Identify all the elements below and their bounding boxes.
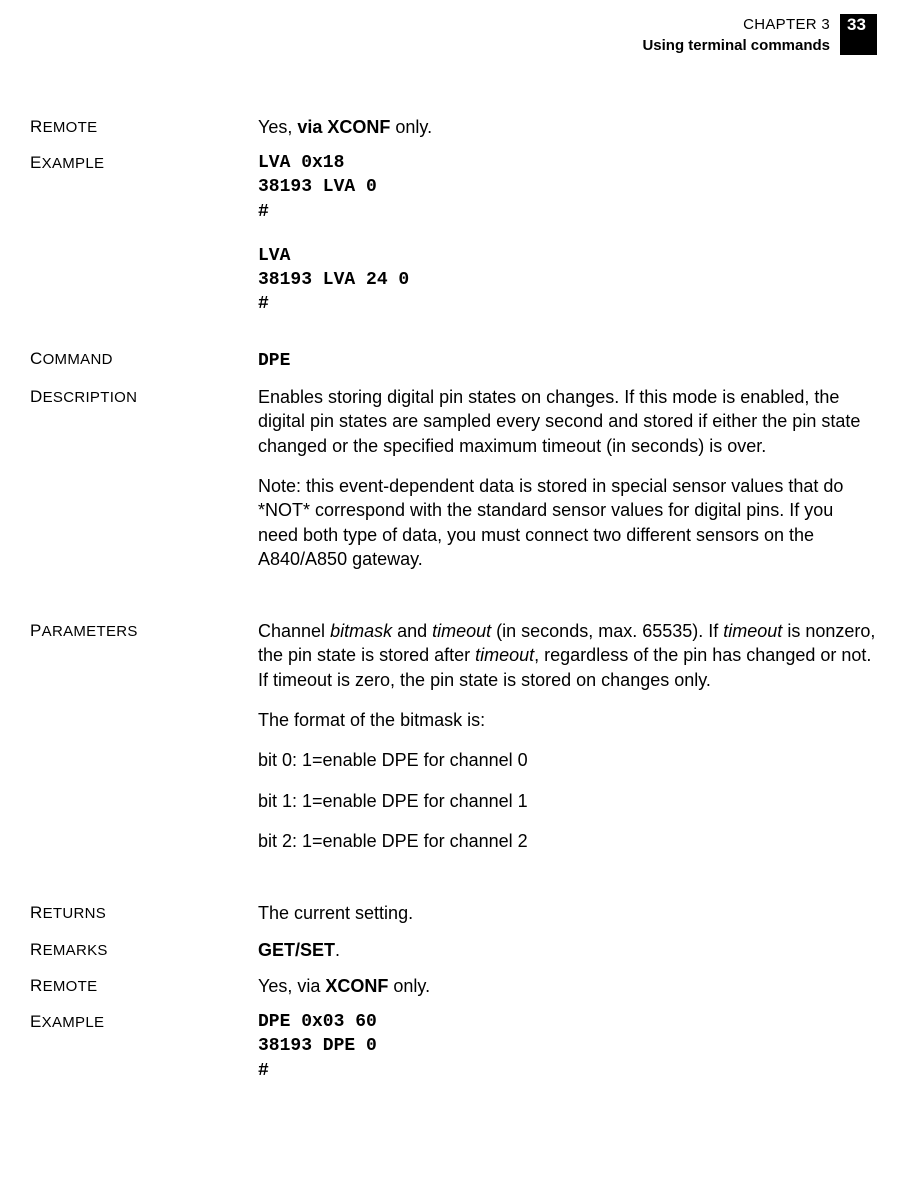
label-description: DESCRIPTION [30, 385, 258, 407]
label-command: COMMAND [30, 347, 258, 369]
parameters-p2: The format of the bitmask is: [258, 708, 877, 732]
label-remote: REMOTE [30, 974, 258, 996]
label-remarks: REMARKS [30, 938, 258, 960]
description-p2: Note: this event-dependent data is store… [258, 474, 877, 571]
row-example: EXAMPLE DPE 0x03 60 38193 DPE 0 # [30, 1010, 877, 1083]
row-remote: REMOTE Yes, via XCONF only. [30, 115, 877, 139]
content-remote: Yes, via XCONF only. [258, 115, 877, 139]
chapter-label: CHAPTER 3 [642, 16, 830, 33]
label-remote: REMOTE [30, 115, 258, 137]
code-block: LVA 0x18 38193 LVA 0 # [258, 151, 877, 224]
content-command: DPE [258, 347, 877, 373]
parameters-p3: bit 0: 1=enable DPE for channel 0 [258, 748, 877, 772]
row-example: EXAMPLE LVA 0x18 38193 LVA 0 # LVA 38193… [30, 151, 877, 317]
code-block: LVA 38193 LVA 24 0 # [258, 244, 877, 317]
parameters-p4: bit 1: 1=enable DPE for channel 1 [258, 789, 877, 813]
content-remote: Yes, via XCONF only. [258, 974, 877, 998]
section-title: Using terminal commands [642, 37, 830, 54]
command-code: DPE [258, 351, 290, 371]
row-command: COMMAND DPE [30, 347, 877, 373]
parameters-p5: bit 2: 1=enable DPE for channel 2 [258, 829, 877, 853]
row-returns: RETURNS The current setting. [30, 901, 877, 925]
parameters-p1: Channel bitmask and timeout (in seconds,… [258, 619, 877, 692]
label-example: EXAMPLE [30, 1010, 258, 1032]
label-returns: RETURNS [30, 901, 258, 923]
row-parameters: PARAMETERS Channel bitmask and timeout (… [30, 619, 877, 853]
header-text: CHAPTER 3 Using terminal commands [642, 14, 840, 54]
description-p1: Enables storing digital pin states on ch… [258, 385, 877, 458]
code-block: DPE 0x03 60 38193 DPE 0 # [258, 1010, 877, 1083]
content-example: DPE 0x03 60 38193 DPE 0 # [258, 1010, 877, 1083]
content-description: Enables storing digital pin states on ch… [258, 385, 877, 571]
row-description: DESCRIPTION Enables storing digital pin … [30, 385, 877, 571]
row-remarks: REMARKS GET/SET. [30, 938, 877, 962]
content-parameters: Channel bitmask and timeout (in seconds,… [258, 619, 877, 853]
row-remote: REMOTE Yes, via XCONF only. [30, 974, 877, 998]
content-rows: REMOTE Yes, via XCONF only. EXAMPLE LVA … [30, 115, 877, 1083]
content-remarks: GET/SET. [258, 938, 877, 962]
label-example: EXAMPLE [30, 151, 258, 173]
content-returns: The current setting. [258, 901, 877, 925]
label-parameters: PARAMETERS [30, 619, 258, 641]
page-number: 33 [840, 14, 877, 55]
content-example: LVA 0x18 38193 LVA 0 # LVA 38193 LVA 24 … [258, 151, 877, 317]
page-header: CHAPTER 3 Using terminal commands 33 [30, 14, 877, 55]
page: CHAPTER 3 Using terminal commands 33 REM… [0, 0, 911, 1195]
